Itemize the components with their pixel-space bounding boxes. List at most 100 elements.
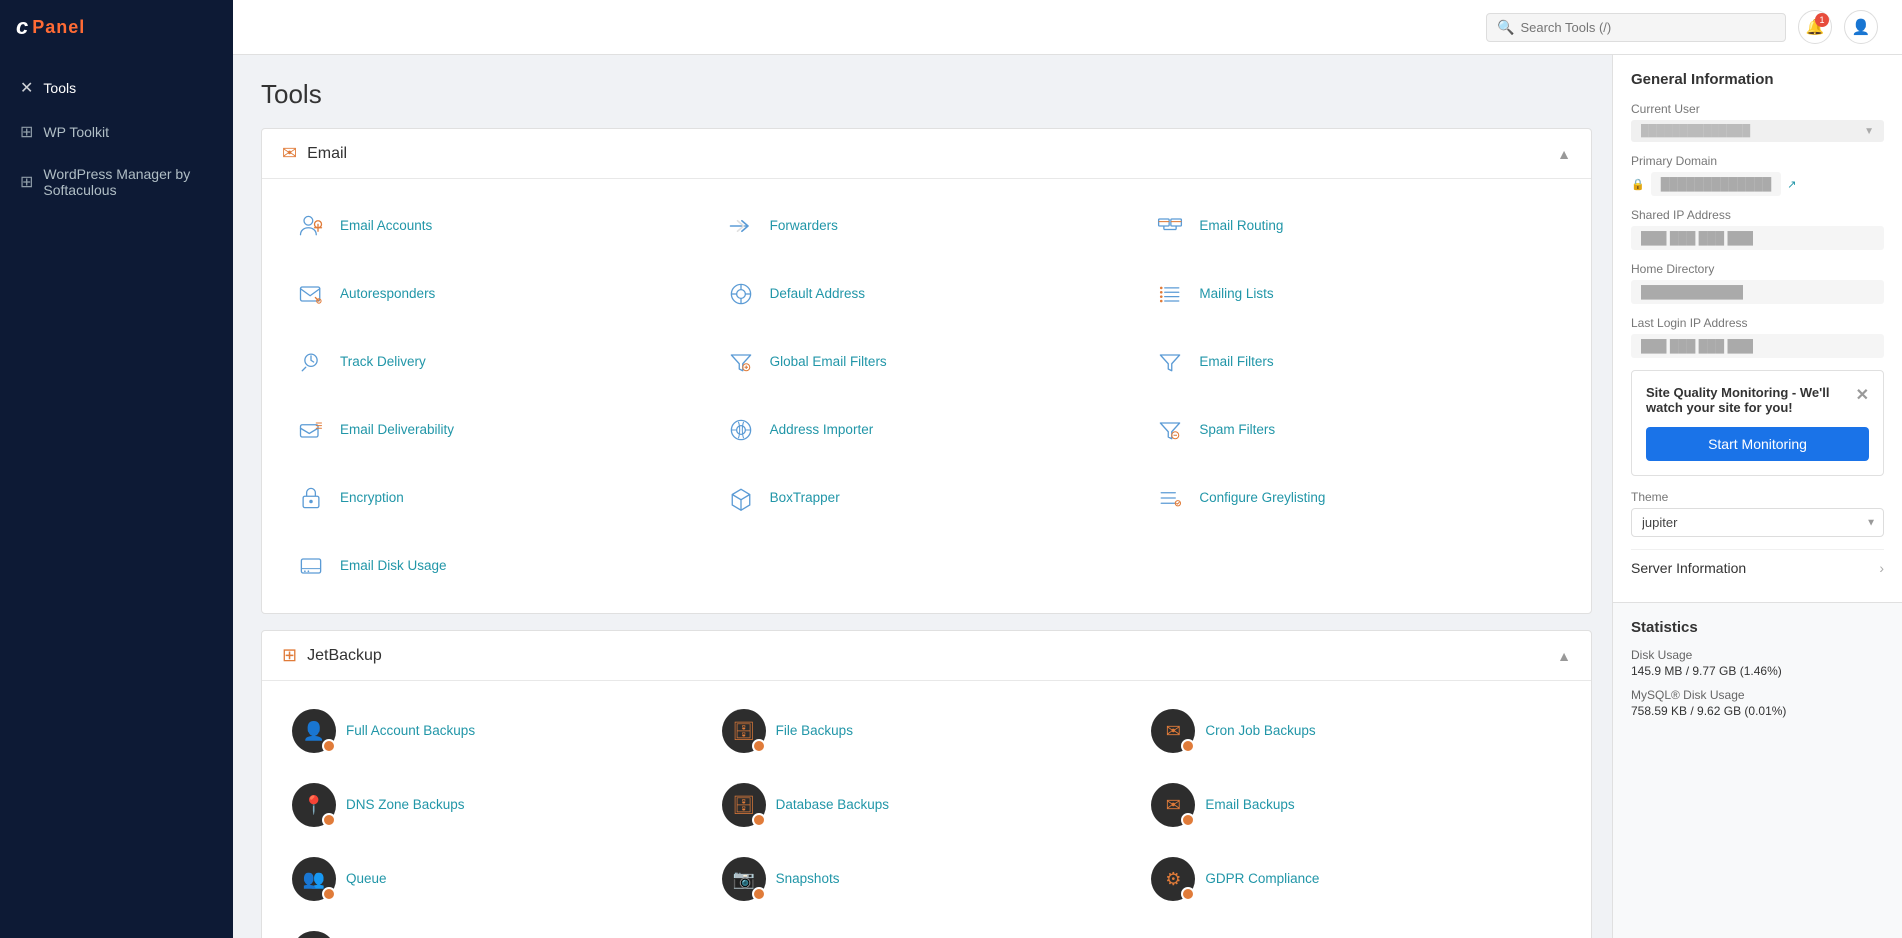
notification-badge: 1 — [1815, 13, 1829, 27]
tool-full-account-backups[interactable]: 👤 Full Account Backups — [282, 697, 712, 765]
theme-row: Theme jupiter paper_lantern ▼ — [1631, 490, 1884, 537]
dns-zone-backups-icon: 📍 — [292, 783, 336, 827]
right-panel: General Information Current User ███████… — [1612, 55, 1902, 938]
email-filters-icon — [1151, 343, 1189, 381]
tool-global-email-filters[interactable]: Global Email Filters — [712, 331, 1142, 393]
tool-boxtrapper[interactable]: BoxTrapper — [712, 467, 1142, 529]
tool-encryption[interactable]: Encryption — [282, 467, 712, 529]
disk-usage-label: Disk Usage — [1631, 648, 1884, 662]
user-button[interactable]: 👤 — [1844, 10, 1878, 44]
mysql-disk-value: 758.59 KB / 9.62 GB (0.01%) — [1631, 704, 1884, 718]
page-title: Tools — [261, 79, 1592, 110]
email-deliverability-icon — [292, 411, 330, 449]
jetbackup-section-icon: ⊞ — [282, 645, 297, 666]
current-user-text: ██████████████ — [1641, 125, 1750, 137]
topbar: 🔍 🔔 1 👤 — [233, 0, 1902, 55]
monitoring-title-bold: Site Quality Monitoring — [1646, 385, 1788, 400]
tool-mailing-lists[interactable]: Mailing Lists — [1141, 263, 1571, 325]
monitoring-title: ✕ Site Quality Monitoring - We'll watch … — [1646, 385, 1869, 415]
email-accounts-icon — [292, 207, 330, 245]
tool-spam-filters[interactable]: Spam Filters — [1141, 399, 1571, 461]
tool-address-importer[interactable]: Address Importer — [712, 399, 1142, 461]
tool-gdpr-compliance-label: GDPR Compliance — [1205, 870, 1319, 888]
email-backups-badge — [1181, 813, 1195, 827]
home-dir-row: Home Directory ████████████ — [1631, 262, 1884, 304]
gdpr-compliance-icon: ⚙ — [1151, 857, 1195, 901]
tool-boxtrapper-label: BoxTrapper — [770, 489, 840, 507]
last-login-label: Last Login IP Address — [1631, 316, 1884, 330]
tool-email-disk-usage-label: Email Disk Usage — [340, 557, 447, 575]
server-info-label: Server Information — [1631, 560, 1746, 576]
tool-email-deliverability[interactable]: Email Deliverability — [282, 399, 712, 461]
start-monitoring-button[interactable]: Start Monitoring — [1646, 427, 1869, 461]
general-info-title: General Information — [1631, 71, 1884, 88]
spam-filters-icon — [1151, 411, 1189, 449]
email-section: ✉ Email ▲ — [261, 128, 1592, 614]
database-backups-icon: 🗄 — [722, 783, 766, 827]
sidebar-item-tools[interactable]: ✕ Tools — [0, 66, 233, 110]
tool-queue-label: Queue — [346, 870, 387, 888]
tool-cron-job-backups[interactable]: ✉ Cron Job Backups — [1141, 697, 1571, 765]
sidebar-logo: c Panel — [0, 0, 233, 54]
statistics-section: Statistics Disk Usage 145.9 MB / 9.77 GB… — [1613, 603, 1902, 744]
tool-email-deliverability-label: Email Deliverability — [340, 421, 454, 439]
tool-track-delivery[interactable]: Track Delivery — [282, 331, 712, 393]
global-email-filters-icon — [722, 343, 760, 381]
tool-default-address[interactable]: Default Address — [712, 263, 1142, 325]
monitoring-close-btn[interactable]: ✕ — [1856, 385, 1869, 405]
tool-gdpr-compliance[interactable]: ⚙ GDPR Compliance — [1141, 845, 1571, 913]
tool-queue[interactable]: 👥 Queue — [282, 845, 712, 913]
search-box[interactable]: 🔍 — [1486, 13, 1786, 42]
primary-domain-value-box: 🔒 █████████████ ↗ — [1631, 172, 1884, 196]
tool-autoresponders[interactable]: Autoresponders — [282, 263, 712, 325]
email-backups-icon: ✉ — [1151, 783, 1195, 827]
email-section-grid: Email Accounts Forwarders — [262, 179, 1591, 613]
tool-forwarders[interactable]: Forwarders — [712, 195, 1142, 257]
tool-dns-zone-backups[interactable]: 📍 DNS Zone Backups — [282, 771, 712, 839]
theme-select-wrapper: jupiter paper_lantern ▼ — [1631, 508, 1884, 537]
tool-database-backups[interactable]: 🗄 Database Backups — [712, 771, 1142, 839]
dns-zone-backups-badge — [322, 813, 336, 827]
current-user-value[interactable]: ██████████████ ▼ — [1631, 120, 1884, 142]
tool-configure-greylisting[interactable]: Configure Greylisting — [1141, 467, 1571, 529]
sidebar-item-wptoolkit[interactable]: ⊞ WP Toolkit — [0, 110, 233, 154]
tool-email-routing[interactable]: Email Routing — [1141, 195, 1571, 257]
tool-dns-zone-backups-label: DNS Zone Backups — [346, 796, 465, 814]
jetbackup-section-title: JetBackup — [307, 647, 382, 665]
database-backups-badge — [752, 813, 766, 827]
server-info-arrow: › — [1879, 560, 1884, 576]
home-dir-value: ████████████ — [1631, 280, 1884, 304]
wp-icon: ⊞ — [20, 122, 33, 142]
snapshots-icon: 📷 — [722, 857, 766, 901]
tool-snapshots[interactable]: 📷 Snapshots — [712, 845, 1142, 913]
cron-job-backups-icon: ✉ — [1151, 709, 1195, 753]
tool-full-account-backups-label: Full Account Backups — [346, 722, 475, 740]
full-account-backups-badge — [322, 739, 336, 753]
theme-select[interactable]: jupiter paper_lantern — [1631, 508, 1884, 537]
last-login-value: ███ ███ ███ ███ — [1631, 334, 1884, 358]
tool-email-disk-usage[interactable]: Email Disk Usage — [282, 535, 712, 597]
topbar-icons: 🔔 1 👤 — [1798, 10, 1878, 44]
jetbackup-section: ⊞ JetBackup ▲ 👤 Full Account Backups — [261, 630, 1592, 938]
tool-email-accounts[interactable]: Email Accounts — [282, 195, 712, 257]
tool-snapshots-label: Snapshots — [776, 870, 840, 888]
current-user-label: Current User — [1631, 102, 1884, 116]
sidebar-item-tools-label: Tools — [43, 80, 76, 96]
tool-email-filters[interactable]: Email Filters — [1141, 331, 1571, 393]
search-icon: 🔍 — [1497, 19, 1514, 36]
tool-settings[interactable]: ⚙ Settings — [282, 919, 712, 938]
sidebar-item-wordpress-manager[interactable]: ⊞ WordPress Manager by Softaculous — [0, 154, 233, 210]
search-input[interactable] — [1520, 20, 1775, 35]
server-info-row[interactable]: Server Information › — [1631, 549, 1884, 586]
notification-button[interactable]: 🔔 1 — [1798, 10, 1832, 44]
primary-domain-ext-link[interactable]: ↗ — [1787, 178, 1796, 191]
tool-cron-job-backups-label: Cron Job Backups — [1205, 722, 1315, 740]
tool-file-backups[interactable]: 🗄 File Backups — [712, 697, 1142, 765]
page-body: Tools ✉ Email ▲ — [233, 55, 1902, 938]
jetbackup-section-header[interactable]: ⊞ JetBackup ▲ — [262, 631, 1591, 681]
home-dir-label: Home Directory — [1631, 262, 1884, 276]
tool-track-delivery-label: Track Delivery — [340, 353, 426, 371]
email-section-header[interactable]: ✉ Email ▲ — [262, 129, 1591, 179]
encryption-icon — [292, 479, 330, 517]
tool-email-backups[interactable]: ✉ Email Backups — [1141, 771, 1571, 839]
